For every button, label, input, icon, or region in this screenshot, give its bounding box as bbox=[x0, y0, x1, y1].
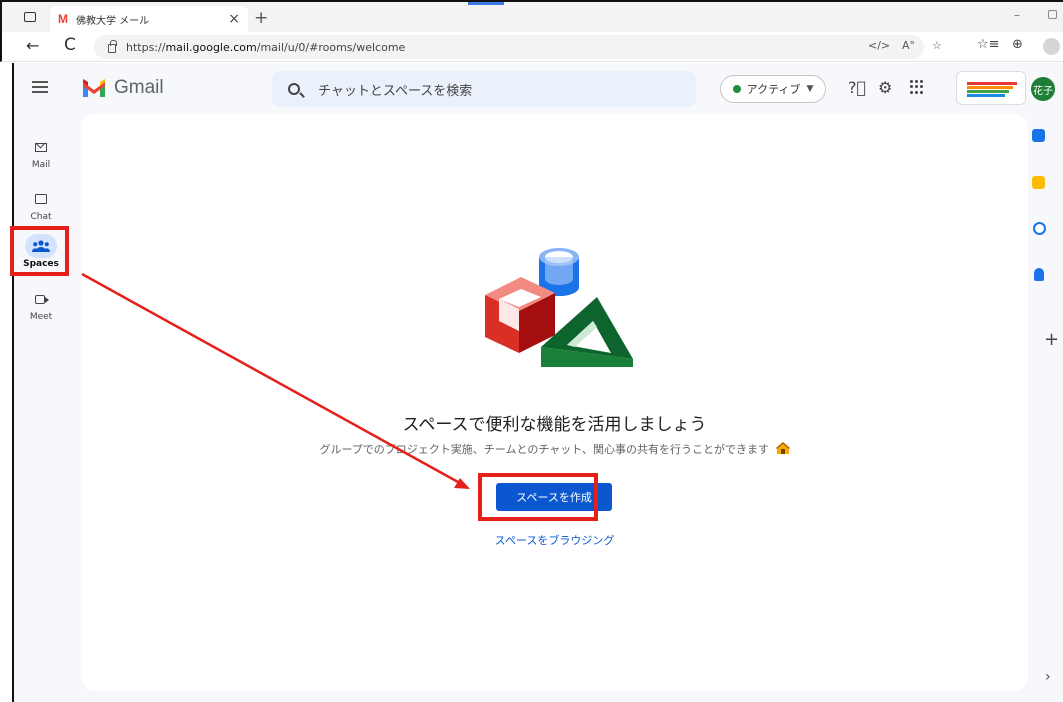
annotation-arrow bbox=[81, 272, 470, 489]
